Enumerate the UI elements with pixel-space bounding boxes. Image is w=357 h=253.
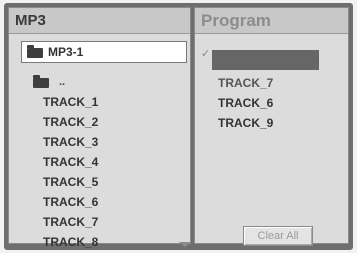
scroll-down-arrow-icon[interactable] <box>179 242 191 247</box>
mp3-panel-title: MP3 <box>9 8 190 34</box>
track-item[interactable]: TRACK_4 <box>43 152 98 172</box>
folder-icon <box>33 75 49 88</box>
track-item[interactable]: TRACK_1 <box>43 92 98 112</box>
track-item[interactable]: TRACK_3 <box>43 132 98 152</box>
program-panel: Program ✓ TRACK_7 TRACK_6 TRACK_9 Clear … <box>194 7 349 246</box>
track-item[interactable]: TRACK_8 <box>43 232 98 252</box>
folder-icon <box>27 45 43 58</box>
track-list: TRACK_1 TRACK_2 TRACK_3 TRACK_4 TRACK_5 … <box>43 92 98 252</box>
current-folder[interactable]: MP3-1 <box>21 41 187 63</box>
program-track-item[interactable]: TRACK_6 <box>218 93 273 113</box>
program-track-list: TRACK_7 TRACK_6 TRACK_9 <box>218 73 273 133</box>
current-folder-label: MP3-1 <box>48 45 84 59</box>
track-item[interactable]: TRACK_6 <box>43 192 98 212</box>
mp3-browser-panel: MP3 MP3-1 .. TRACK_1 TRACK_2 TRACK_3 TRA… <box>8 7 191 249</box>
track-item[interactable]: TRACK_5 <box>43 172 98 192</box>
parent-folder-label: .. <box>59 76 66 88</box>
program-track-item[interactable]: TRACK_9 <box>218 113 273 133</box>
track-item[interactable]: TRACK_7 <box>43 212 98 232</box>
clear-all-button[interactable]: Clear All <box>243 226 313 246</box>
dvd-osd-screen: MP3 MP3-1 .. TRACK_1 TRACK_2 TRACK_3 TRA… <box>4 3 353 250</box>
program-selected-item[interactable] <box>212 50 319 70</box>
program-panel-title: Program <box>195 8 348 34</box>
program-track-item[interactable]: TRACK_7 <box>218 73 273 93</box>
track-item[interactable]: TRACK_2 <box>43 112 98 132</box>
checkmark-icon: ✓ <box>201 48 211 60</box>
